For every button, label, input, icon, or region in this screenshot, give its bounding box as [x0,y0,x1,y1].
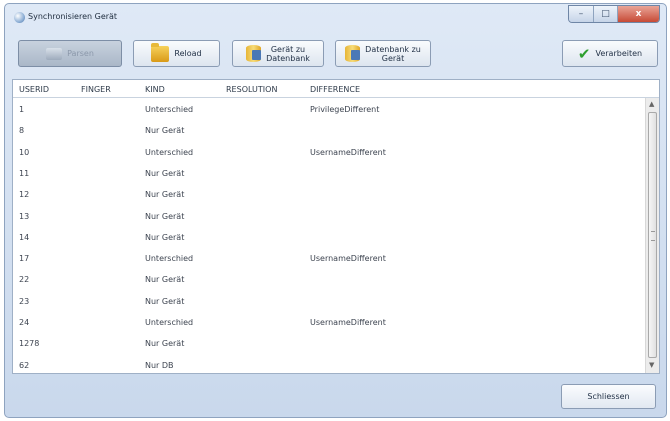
table-row[interactable]: 23 Nur Gerät [13,291,647,312]
table-header: USERID FINGER KIND RESOLUTION DIFFERENCE [13,80,659,98]
disabled-icon [46,47,63,60]
checkmark-icon: ✔ [577,44,591,63]
table-row[interactable]: 14 Nur Gerät [13,227,647,248]
table-row[interactable]: 8 Nur Gerät [13,120,647,141]
header-userid[interactable]: USERID [19,85,49,94]
differences-table: USERID FINGER KIND RESOLUTION DIFFERENCE… [12,79,660,374]
table-row[interactable]: 11 Nur Gerät [13,163,647,184]
db-to-device-label: Datenbank zu Gerät [365,45,421,63]
scrollbar-grip-icon [651,231,655,241]
process-button[interactable]: ✔ Verarbeiten [562,40,658,67]
db-to-device-line-1: Datenbank zu [365,44,421,54]
table-row[interactable]: 1 Unterschied PrivilegeDifferent [13,99,647,120]
window-title: Synchronisieren Gerät [28,12,118,21]
cell-difference: UsernameDifferent [310,318,386,327]
cell-userid: 11 [19,168,30,178]
cell-kind: Nur Gerät [145,126,185,136]
parse-button[interactable]: Parsen [18,40,122,67]
cell-userid: 17 [19,254,30,264]
app-icon [14,12,25,23]
table-row[interactable]: 10 Unterschied UsernameDifferent [13,142,647,163]
header-resolution[interactable]: RESOLUTION [226,85,277,94]
window-controls: – □ x [568,5,660,23]
cell-kind: Nur Gerät [145,190,185,200]
close-dialog-button[interactable]: Schliessen [561,384,656,409]
title-bar: Synchronisieren Gerät – □ x [5,4,666,32]
cell-kind: Unterschied [145,105,194,114]
parse-button-label: Parsen [67,49,94,58]
cell-difference: UsernameDifferent [310,254,386,264]
cell-kind: Unterschied [145,147,194,157]
device-to-db-label: Gerät zu Datenbank [266,45,310,63]
table-row[interactable]: 1278 Nur Gerät [13,333,647,354]
table-row[interactable]: 17 Unterschied UsernameDifferent [13,248,647,269]
cell-kind: Nur Gerät [145,211,185,221]
cell-kind: Nur Gerät [145,275,185,285]
header-kind[interactable]: KIND [145,85,165,94]
cell-userid: 12 [19,190,30,200]
cell-kind: Nur DB [145,360,174,370]
cell-kind: Unterschied [145,318,194,327]
cell-userid: 24 [19,318,30,327]
scrollbar-thumb[interactable] [648,112,657,358]
db-to-device-button[interactable]: Datenbank zu Gerät [335,40,431,67]
sync-device-window: Synchronisieren Gerät – □ x Parsen Reloa… [4,3,667,418]
database-icon [246,45,262,62]
cell-userid: 13 [19,211,30,221]
table-row[interactable]: 12 Nur Gerät [13,184,647,205]
cell-userid: 22 [19,275,30,285]
maximize-button[interactable]: □ [593,6,617,22]
cell-userid: 14 [19,232,30,242]
header-difference[interactable]: DIFFERENCE [310,85,360,94]
cell-kind: Nur Gerät [145,339,185,349]
close-window-button[interactable]: x [617,6,659,22]
cell-userid: 62 [19,360,30,370]
db-to-device-line-2: Gerät [381,53,405,63]
cell-kind: Nur Gerät [145,168,185,178]
table-row[interactable]: 62 Nur DB [13,355,647,373]
toolbar: Parsen Reload Gerät zu Datenbank Datenba… [12,35,660,73]
device-to-db-line-1: Gerät zu [270,44,306,54]
cell-difference: PrivilegeDifferent [310,105,380,114]
table-row[interactable]: 22 Nur Gerät [13,269,647,290]
cell-userid: 23 [19,296,30,306]
folder-icon [151,42,170,62]
minimize-button[interactable]: – [569,6,593,22]
cell-kind: Nur Gerät [145,232,185,242]
cell-userid: 1 [19,105,25,114]
cell-userid: 1278 [19,339,40,349]
cell-kind: Nur Gerät [145,296,185,306]
reload-button[interactable]: Reload [133,40,220,67]
device-to-db-button[interactable]: Gerät zu Datenbank [232,40,324,67]
scroll-down-icon[interactable]: ▼ [649,361,654,369]
cell-userid: 10 [19,147,30,157]
cell-userid: 8 [19,126,25,136]
cell-difference: UsernameDifferent [310,147,386,157]
table-row[interactable]: 24 Unterschied UsernameDifferent [13,312,647,333]
database-icon [345,45,361,62]
device-to-db-line-2: Datenbank [266,53,310,63]
reload-button-label: Reload [174,49,202,58]
process-button-label: Verarbeiten [595,49,643,58]
vertical-scrollbar[interactable]: ▲ ▼ [645,98,659,373]
table-row[interactable]: 13 Nur Gerät [13,206,647,227]
cell-kind: Unterschied [145,254,194,264]
header-finger[interactable]: FINGER [81,85,111,94]
scroll-up-icon[interactable]: ▲ [649,100,654,108]
